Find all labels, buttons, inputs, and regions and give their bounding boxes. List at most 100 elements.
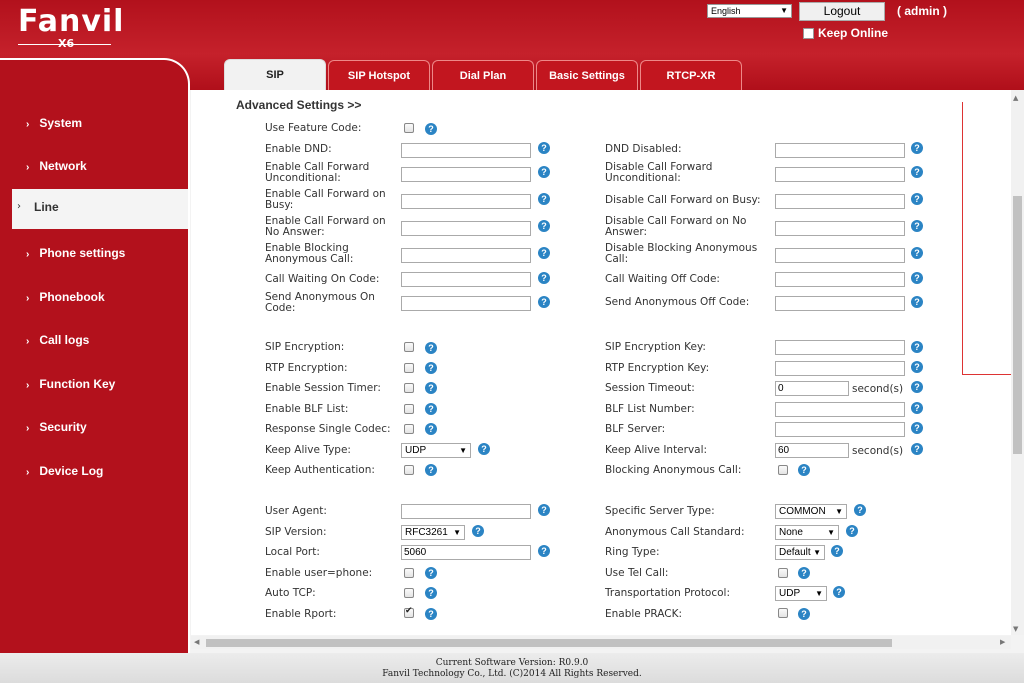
help-icon[interactable]: ? — [425, 362, 437, 374]
keep-online-checkbox[interactable] — [803, 28, 814, 39]
help-icon[interactable]: ? — [911, 193, 923, 205]
help-icon[interactable]: ? — [538, 504, 550, 516]
scroll-right-icon[interactable]: ▶ — [1000, 638, 1005, 646]
help-icon[interactable]: ? — [538, 220, 550, 232]
keep-alive-type-select[interactable]: UDP ▼ — [401, 443, 471, 458]
cw-off-input[interactable] — [775, 272, 905, 287]
help-icon[interactable]: ? — [911, 296, 923, 308]
help-icon[interactable]: ? — [911, 422, 923, 434]
help-icon[interactable]: ? — [911, 341, 923, 353]
cw-on-input[interactable] — [401, 272, 531, 287]
sidebar-item-phonebook[interactable]: › Phonebook — [26, 290, 105, 304]
send-anon-on-input[interactable] — [401, 296, 531, 311]
help-icon[interactable]: ? — [911, 220, 923, 232]
help-icon[interactable]: ? — [846, 525, 858, 537]
help-icon[interactable]: ? — [425, 608, 437, 620]
sidebar-item-phone-settings[interactable]: › Phone settings — [26, 246, 125, 260]
anon-call-std-select[interactable]: None ▼ — [775, 525, 839, 540]
ecf-busy-input[interactable] — [401, 194, 531, 209]
tab-basic-settings[interactable]: Basic Settings — [536, 60, 638, 90]
scroll-left-icon[interactable]: ◀ — [194, 638, 199, 646]
help-icon[interactable]: ? — [425, 567, 437, 579]
help-icon[interactable]: ? — [425, 587, 437, 599]
ecf-noans-input[interactable] — [401, 221, 531, 236]
use-feature-code-checkbox[interactable] — [404, 123, 414, 133]
keep-alive-interval-input[interactable]: 60 — [775, 443, 849, 458]
help-icon[interactable]: ? — [538, 193, 550, 205]
sidebar-item-network[interactable]: › Network — [26, 159, 87, 173]
local-port-input[interactable]: 5060 — [401, 545, 531, 560]
help-icon[interactable]: ? — [911, 381, 923, 393]
help-icon[interactable]: ? — [538, 296, 550, 308]
sidebar-item-security[interactable]: › Security — [26, 420, 87, 434]
sidebar-item-device-log[interactable]: › Device Log — [26, 464, 103, 478]
dcf-noans-input[interactable] — [775, 221, 905, 236]
help-icon[interactable]: ? — [538, 166, 550, 178]
help-icon[interactable]: ? — [425, 423, 437, 435]
help-icon[interactable]: ? — [472, 525, 484, 537]
resp-single-codec-checkbox[interactable] — [404, 424, 414, 434]
ring-type-select[interactable]: Default ▼ — [775, 545, 825, 560]
help-icon[interactable]: ? — [798, 567, 810, 579]
help-icon[interactable]: ? — [538, 272, 550, 284]
sip-encryption-checkbox[interactable] — [404, 342, 414, 352]
rtp-encryption-key-input[interactable] — [775, 361, 905, 376]
rtp-encryption-checkbox[interactable] — [404, 363, 414, 373]
scroll-up-icon[interactable]: ▲ — [1013, 94, 1018, 102]
tab-rtcp-xr[interactable]: RTCP-XR — [640, 60, 742, 90]
eblock-anon-input[interactable] — [401, 248, 531, 263]
help-icon[interactable]: ? — [854, 504, 866, 516]
dblock-anon-input[interactable] — [775, 248, 905, 263]
rport-checkbox[interactable] — [404, 606, 414, 618]
dcf-busy-input[interactable] — [775, 194, 905, 209]
help-icon[interactable]: ? — [911, 247, 923, 259]
help-icon[interactable]: ? — [911, 402, 923, 414]
help-icon[interactable]: ? — [478, 443, 490, 455]
enable-dnd-input[interactable] — [401, 143, 531, 158]
help-icon[interactable]: ? — [798, 464, 810, 476]
help-icon[interactable]: ? — [538, 545, 550, 557]
sidebar-item-system[interactable]: › System — [26, 116, 82, 130]
dnd-disabled-input[interactable] — [775, 143, 905, 158]
help-icon[interactable]: ? — [425, 403, 437, 415]
help-icon[interactable]: ? — [798, 608, 810, 620]
session-timeout-input[interactable]: 0 — [775, 381, 849, 396]
help-icon[interactable]: ? — [911, 272, 923, 284]
transport-select[interactable]: UDP ▼ — [775, 586, 827, 601]
user-phone-checkbox[interactable] — [404, 568, 414, 578]
help-icon[interactable]: ? — [425, 123, 437, 135]
help-icon[interactable]: ? — [538, 247, 550, 259]
help-icon[interactable]: ? — [425, 382, 437, 394]
sidebar-item-function-key[interactable]: › Function Key — [26, 377, 115, 391]
tab-dial-plan[interactable]: Dial Plan — [432, 60, 534, 90]
sidebar-item-call-logs[interactable]: › Call logs — [26, 333, 89, 347]
dcf-uncond-input[interactable] — [775, 167, 905, 182]
sip-version-select[interactable]: RFC3261 ▼ — [401, 525, 465, 540]
user-agent-input[interactable] — [401, 504, 531, 519]
help-icon[interactable]: ? — [911, 361, 923, 373]
logout-button[interactable]: Logout — [799, 2, 885, 21]
use-tel-call-checkbox[interactable] — [778, 568, 788, 578]
send-anon-off-input[interactable] — [775, 296, 905, 311]
scroll-down-icon[interactable]: ▼ — [1013, 625, 1018, 633]
language-select[interactable]: English ▼ — [707, 4, 792, 18]
session-timer-checkbox[interactable] — [404, 383, 414, 393]
blf-list-checkbox[interactable] — [404, 404, 414, 414]
ecf-uncond-input[interactable] — [401, 167, 531, 182]
auto-tcp-checkbox[interactable] — [404, 588, 414, 598]
tab-sip[interactable]: SIP — [224, 59, 326, 91]
help-icon[interactable]: ? — [911, 142, 923, 154]
vertical-scrollbar-thumb[interactable] — [1013, 196, 1022, 454]
block-anon-call-checkbox[interactable] — [778, 465, 788, 475]
help-icon[interactable]: ? — [831, 545, 843, 557]
help-icon[interactable]: ? — [833, 586, 845, 598]
tab-sip-hotspot[interactable]: SIP Hotspot — [328, 60, 430, 90]
blf-server-input[interactable] — [775, 422, 905, 437]
help-icon[interactable]: ? — [425, 464, 437, 476]
sip-encryption-key-input[interactable] — [775, 340, 905, 355]
help-icon[interactable]: ? — [425, 342, 437, 354]
prack-checkbox[interactable] — [778, 608, 788, 618]
help-icon[interactable]: ? — [911, 443, 923, 455]
help-icon[interactable]: ? — [538, 142, 550, 154]
horizontal-scrollbar-thumb[interactable] — [206, 639, 892, 647]
